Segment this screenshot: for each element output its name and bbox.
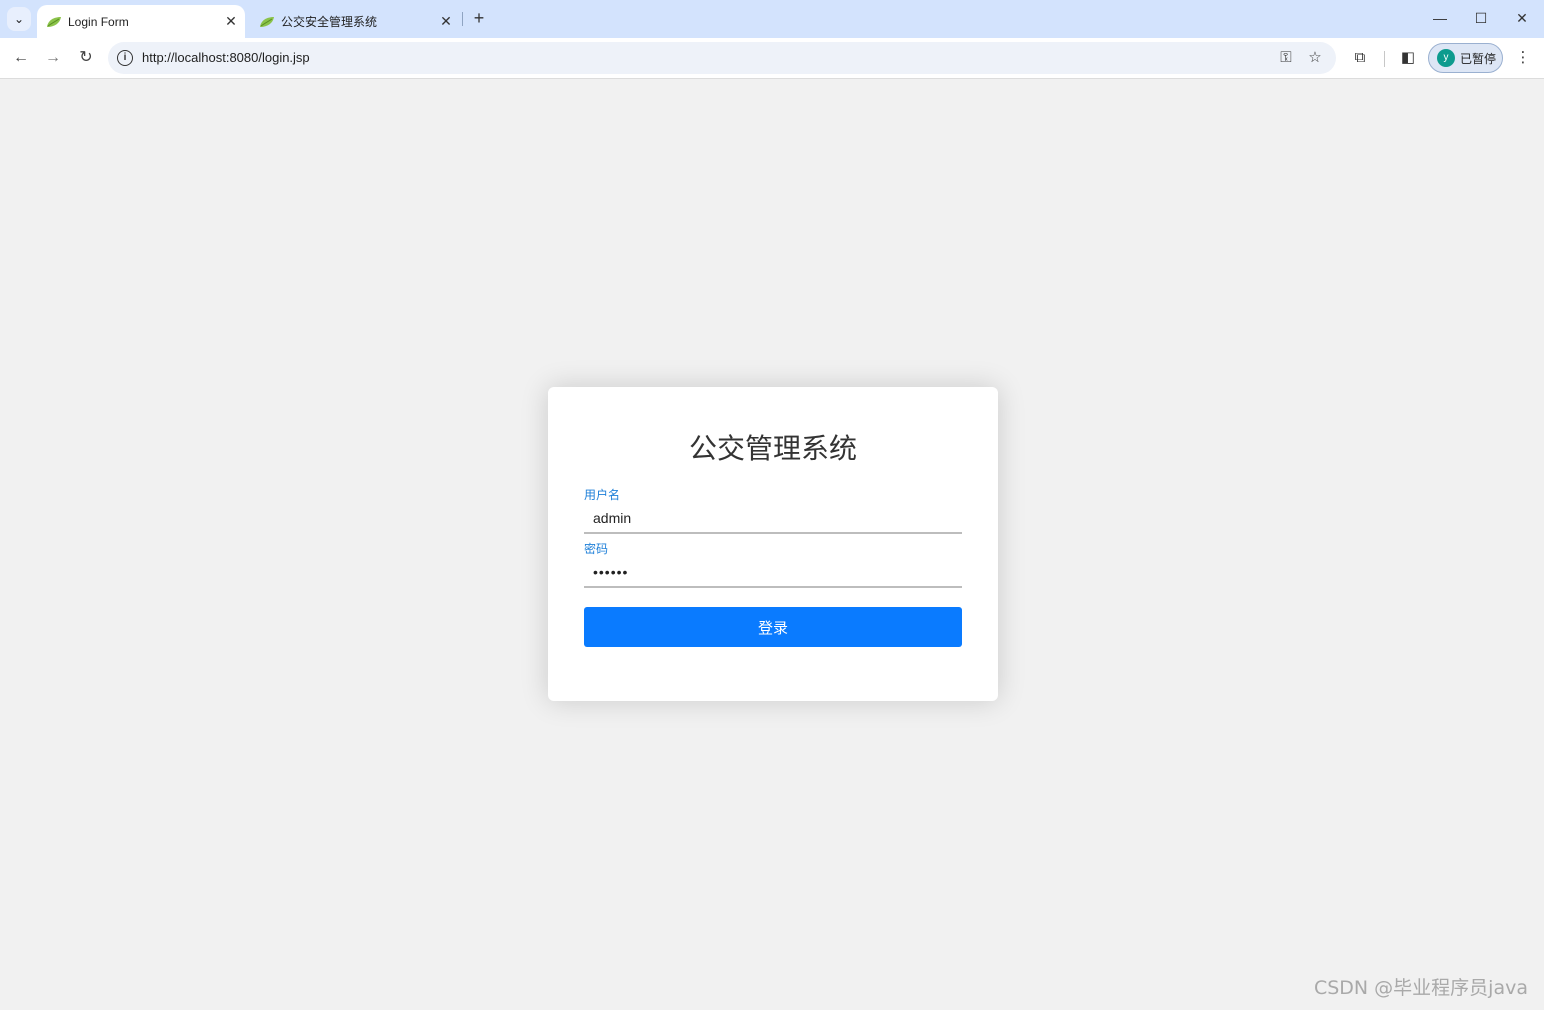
password-input[interactable] xyxy=(584,558,962,588)
tab-separator xyxy=(462,12,463,26)
tab-close-icon[interactable]: ✕ xyxy=(221,13,241,30)
extensions-icon[interactable]: ⧉ xyxy=(1348,46,1372,70)
password-label: 密码 xyxy=(584,542,609,556)
username-input[interactable] xyxy=(584,504,962,534)
watermark: CSDN @毕业程序员java xyxy=(1313,977,1528,999)
tab-title: 公交安全管理系统 xyxy=(281,15,378,29)
tab-search-icon[interactable]: ⌄ xyxy=(7,7,31,31)
profile-status-label: 已暂停 xyxy=(1460,51,1497,66)
reload-icon[interactable]: ↻ xyxy=(74,46,98,70)
bookmark-star-icon[interactable]: ☆ xyxy=(1305,48,1325,68)
page-viewport: 公交管理系统 用户名 密码 登录 CSDN @毕业程序员java xyxy=(1,79,1542,1008)
tab-title: Login Form xyxy=(68,14,129,29)
minimize-icon[interactable]: — xyxy=(1425,6,1455,30)
menu-kebab-icon[interactable]: ⋮ xyxy=(1511,46,1535,70)
maximize-icon[interactable]: ☐ xyxy=(1466,6,1496,30)
tab-bus-safety[interactable]: 公交安全管理系统 ✕ xyxy=(250,5,460,38)
profile-button[interactable]: y 已暂停 xyxy=(1428,43,1503,73)
password-key-icon[interactable]: ⚿ xyxy=(1276,48,1296,68)
tab-login-form[interactable]: Login Form ✕ xyxy=(37,5,245,38)
address-bar[interactable]: i http://localhost:8080/login.jsp ⚿ ☆ xyxy=(108,42,1336,74)
url-text[interactable]: http://localhost:8080/login.jsp xyxy=(142,50,310,65)
browser-toolbar: ← → ↻ i http://localhost:8080/login.jsp … xyxy=(0,38,1544,79)
window-close-icon[interactable]: ✕ xyxy=(1507,6,1537,30)
toolbar-separator xyxy=(1384,51,1385,67)
side-panel-icon[interactable]: ◧ xyxy=(1396,46,1420,70)
new-tab-icon[interactable]: + xyxy=(469,8,489,28)
browser-window: ⌄ Login Form ✕ 公交安全管理系统 ✕ + — ☐ ✕ ← → ↻ xyxy=(0,0,1544,1010)
back-icon[interactable]: ← xyxy=(9,46,33,70)
login-button[interactable]: 登录 xyxy=(584,607,962,647)
tab-close-icon[interactable]: ✕ xyxy=(436,13,456,30)
tab-strip: ⌄ Login Form ✕ 公交安全管理系统 ✕ + — ☐ ✕ xyxy=(0,0,1544,38)
site-info-icon[interactable]: i xyxy=(117,50,133,66)
page-title: 公交管理系统 xyxy=(688,433,857,464)
username-label: 用户名 xyxy=(584,488,621,502)
spring-leaf-icon xyxy=(260,16,274,27)
spring-leaf-icon xyxy=(47,16,61,27)
avatar: y xyxy=(1437,49,1455,67)
login-card: 公交管理系统 用户名 密码 登录 xyxy=(548,387,998,701)
forward-icon[interactable]: → xyxy=(41,46,65,70)
